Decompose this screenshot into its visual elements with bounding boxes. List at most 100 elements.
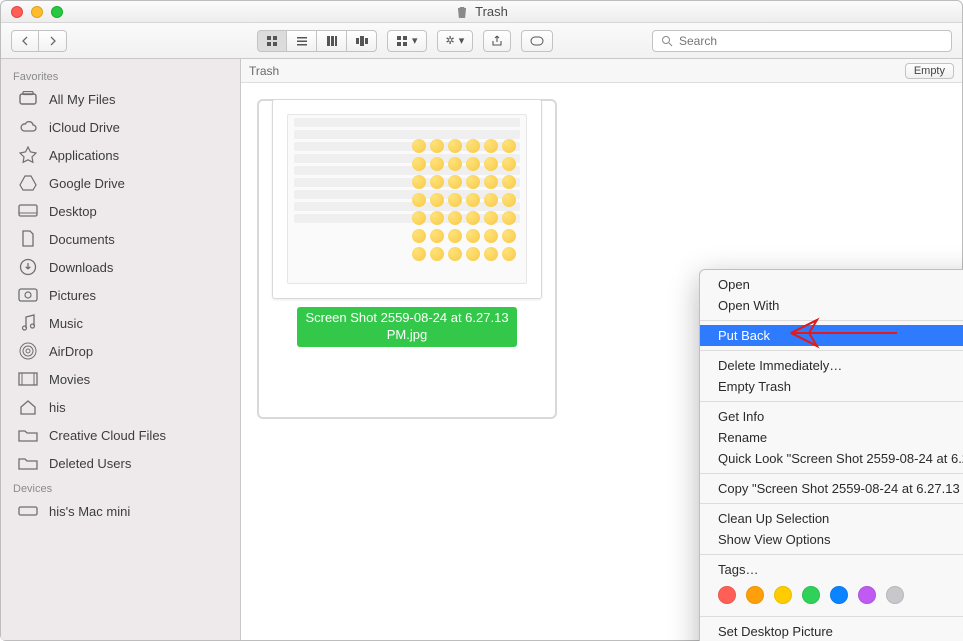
main-area: Trash Empty	[241, 59, 962, 640]
airdrop-icon	[17, 342, 39, 360]
folder-icon	[17, 454, 39, 472]
close-window-button[interactable]	[11, 6, 23, 18]
fullscreen-window-button[interactable]	[51, 6, 63, 18]
sidebar-item-label: his's Mac mini	[49, 504, 130, 519]
window-controls	[11, 6, 63, 18]
view-list-button[interactable]	[287, 30, 317, 52]
sidebar-item-label: AirDrop	[49, 344, 93, 359]
file-area[interactable]: Screen Shot 2559-08-24 at 6.27.13 PM.jpg…	[241, 83, 962, 640]
view-icon-button[interactable]	[257, 30, 287, 52]
sidebar-item-label: Music	[49, 316, 83, 331]
sidebar-item-icloud-drive[interactable]: iCloud Drive	[1, 113, 240, 141]
ctx-delete-immediately[interactable]: Delete Immediately…	[700, 355, 963, 376]
sidebar-item-music[interactable]: Music	[1, 309, 240, 337]
sidebar-item-label: All My Files	[49, 92, 115, 107]
cloud-icon	[17, 118, 39, 136]
downloads-icon	[17, 258, 39, 276]
ctx-tag-colors	[700, 580, 963, 612]
path-location: Trash	[249, 64, 279, 78]
sidebar: Favorites All My Files iCloud Drive Appl…	[1, 59, 241, 640]
sidebar-item-label: his	[49, 400, 66, 415]
sidebar-section-favorites: Favorites	[1, 65, 240, 85]
ctx-tags[interactable]: Tags…	[700, 559, 963, 580]
titlebar: Trash	[1, 1, 962, 23]
sidebar-item-label: Applications	[49, 148, 119, 163]
sidebar-item-home[interactable]: his	[1, 393, 240, 421]
file-name-label: Screen Shot 2559-08-24 at 6.27.13 PM.jpg	[297, 307, 516, 347]
sidebar-item-label: Google Drive	[49, 176, 125, 191]
sidebar-item-google-drive[interactable]: Google Drive	[1, 169, 240, 197]
sidebar-item-movies[interactable]: Movies	[1, 365, 240, 393]
sidebar-item-applications[interactable]: Applications	[1, 141, 240, 169]
ctx-get-info[interactable]: Get Info	[700, 406, 963, 427]
share-button[interactable]	[483, 30, 511, 52]
folder-icon	[17, 426, 39, 444]
sidebar-item-label: Deleted Users	[49, 456, 131, 471]
view-coverflow-button[interactable]	[347, 30, 377, 52]
tag-orange[interactable]	[746, 586, 764, 604]
sidebar-item-mac-mini[interactable]: his's Mac mini	[1, 497, 240, 525]
sidebar-item-label: Creative Cloud Files	[49, 428, 166, 443]
search-field[interactable]	[652, 30, 952, 52]
ctx-quick-look[interactable]: Quick Look "Screen Shot 2559-08-24 at 6.…	[700, 448, 963, 469]
ctx-separator	[700, 503, 963, 504]
sidebar-item-label: Pictures	[49, 288, 96, 303]
music-icon	[17, 314, 39, 332]
action-dropdown[interactable]: ✲ ▾	[437, 30, 474, 52]
view-mode-segment	[257, 30, 377, 52]
gear-icon: ✲	[446, 34, 455, 47]
chevron-down-icon: ▾	[459, 34, 465, 47]
tag-gray[interactable]	[886, 586, 904, 604]
back-button[interactable]	[11, 30, 39, 52]
minimize-window-button[interactable]	[31, 6, 43, 18]
sidebar-item-pictures[interactable]: Pictures	[1, 281, 240, 309]
sidebar-item-creative-cloud[interactable]: Creative Cloud Files	[1, 421, 240, 449]
documents-icon	[17, 230, 39, 248]
ctx-rename[interactable]: Rename	[700, 427, 963, 448]
sidebar-item-desktop[interactable]: Desktop	[1, 197, 240, 225]
applications-icon	[17, 146, 39, 164]
ctx-show-view-options[interactable]: Show View Options	[700, 529, 963, 550]
arrange-dropdown[interactable]: ▾	[387, 30, 427, 52]
file-item[interactable]: Screen Shot 2559-08-24 at 6.27.13 PM.jpg	[257, 99, 557, 347]
tag-purple[interactable]	[858, 586, 876, 604]
google-drive-icon	[17, 174, 39, 192]
sidebar-item-downloads[interactable]: Downloads	[1, 253, 240, 281]
view-columns-button[interactable]	[317, 30, 347, 52]
forward-button[interactable]	[39, 30, 67, 52]
trash-icon	[455, 5, 469, 19]
ctx-put-back[interactable]: Put Back	[700, 325, 963, 346]
search-input[interactable]	[679, 34, 943, 48]
sidebar-item-deleted-users[interactable]: Deleted Users	[1, 449, 240, 477]
ctx-separator	[700, 350, 963, 351]
ctx-set-desktop-picture[interactable]: Set Desktop Picture	[700, 621, 963, 641]
sidebar-item-label: Movies	[49, 372, 90, 387]
chevron-down-icon: ▾	[412, 34, 418, 47]
computer-icon	[17, 502, 39, 520]
pictures-icon	[17, 286, 39, 304]
tag-blue[interactable]	[830, 586, 848, 604]
sidebar-item-label: iCloud Drive	[49, 120, 120, 135]
ctx-open-with[interactable]: Open With▶	[700, 295, 963, 316]
window-title-text: Trash	[475, 4, 508, 19]
tag-yellow[interactable]	[774, 586, 792, 604]
sidebar-item-all-my-files[interactable]: All My Files	[1, 85, 240, 113]
desktop-icon	[17, 202, 39, 220]
ctx-empty-trash[interactable]: Empty Trash	[700, 376, 963, 397]
empty-trash-button[interactable]: Empty	[905, 63, 954, 79]
tags-button[interactable]	[521, 30, 553, 52]
tag-red[interactable]	[718, 586, 736, 604]
sidebar-item-airdrop[interactable]: AirDrop	[1, 337, 240, 365]
ctx-separator	[700, 473, 963, 474]
sidebar-item-documents[interactable]: Documents	[1, 225, 240, 253]
context-menu: Open Open With▶ Put Back Delete Immediat…	[699, 269, 963, 641]
ctx-separator	[700, 554, 963, 555]
sidebar-section-devices: Devices	[1, 477, 240, 497]
ctx-clean-up[interactable]: Clean Up Selection	[700, 508, 963, 529]
ctx-separator	[700, 320, 963, 321]
all-my-files-icon	[17, 90, 39, 108]
ctx-open[interactable]: Open	[700, 274, 963, 295]
tag-green[interactable]	[802, 586, 820, 604]
sidebar-item-label: Desktop	[49, 204, 97, 219]
ctx-copy[interactable]: Copy "Screen Shot 2559-08-24 at 6.27.13 …	[700, 478, 963, 499]
